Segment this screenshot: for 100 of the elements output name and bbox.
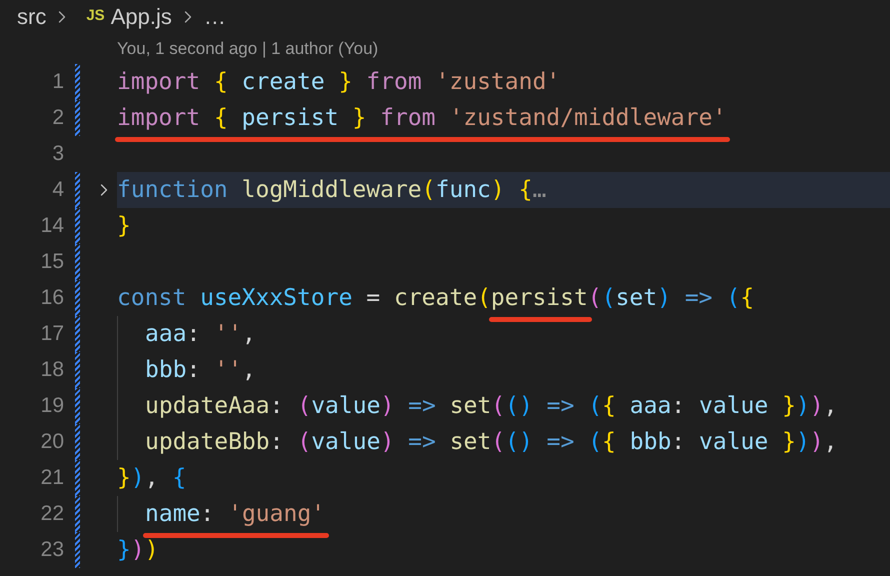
- line-number: 19: [40, 393, 64, 420]
- code-token: (): [505, 392, 533, 421]
- code-token: :: [270, 392, 284, 421]
- code-token: ): [130, 536, 145, 565]
- code-token: ,: [824, 428, 838, 457]
- code-token: =: [365, 284, 382, 313]
- code-token: }: [352, 104, 366, 131]
- line-number: 4: [51, 177, 64, 204]
- line-number: 16: [40, 285, 64, 312]
- code-token: {: [214, 104, 228, 131]
- line-number: 15: [40, 249, 64, 276]
- code-token: set: [450, 428, 492, 457]
- code-token: ): [380, 392, 394, 421]
- code-token: aaa: [628, 392, 672, 421]
- code-token: :: [186, 356, 202, 385]
- code-token: {: [518, 176, 532, 205]
- code-token: ,: [824, 392, 838, 421]
- code-token: persist: [490, 284, 588, 311]
- line-number: 17: [40, 321, 64, 348]
- code-token: updateAaa: [145, 392, 270, 421]
- code-token: import: [117, 68, 202, 97]
- codelens-text[interactable]: You, 1 second ago | 1 author (You): [117, 36, 378, 62]
- line-number: 2: [51, 105, 64, 132]
- code-token: …: [532, 176, 546, 205]
- code-token: persist: [240, 104, 340, 131]
- code-token: }: [117, 536, 131, 565]
- code-token: =>: [407, 392, 437, 421]
- code-token: (): [505, 428, 533, 457]
- code-token: :: [671, 392, 686, 421]
- code-token: {: [602, 428, 616, 457]
- code-token: func: [436, 176, 491, 205]
- code-token: :: [671, 428, 686, 457]
- code-token: value: [699, 428, 770, 457]
- code-token: (: [588, 284, 602, 313]
- code-token: (: [726, 284, 740, 313]
- code-token: set: [616, 284, 658, 313]
- code-token: bbb: [145, 356, 187, 385]
- code-token: ): [130, 464, 145, 493]
- code-token: 'zustand': [436, 68, 560, 97]
- code-token: =>: [546, 392, 576, 421]
- code-token: {: [602, 392, 616, 421]
- code-token: create: [394, 284, 478, 313]
- code-token: (: [491, 428, 506, 457]
- code-token: }: [338, 68, 352, 97]
- code-token: ,: [242, 356, 256, 385]
- breadcrumb-folder[interactable]: src: [17, 0, 46, 33]
- code-token: }: [117, 212, 131, 241]
- code-token: ): [810, 392, 824, 421]
- code-token: value: [699, 392, 770, 421]
- code-token: (: [602, 284, 616, 313]
- code-token: (: [588, 428, 602, 457]
- code-token: bbb: [628, 428, 672, 457]
- code-token: ,: [242, 320, 256, 349]
- code-token: function: [117, 176, 229, 205]
- js-file-icon: JS: [86, 5, 105, 28]
- code-token: ): [810, 428, 824, 457]
- line-number: 14: [40, 213, 64, 240]
- code-token: }: [782, 428, 796, 457]
- code-token: ,: [144, 464, 160, 493]
- code-token: ): [796, 428, 810, 457]
- code-token: set: [450, 392, 492, 421]
- line-number: 1: [51, 69, 64, 96]
- line-number: 23: [40, 537, 64, 564]
- code-token: import: [117, 104, 202, 131]
- code-token: ): [380, 428, 394, 457]
- code-token: create: [240, 68, 326, 97]
- code-token: ): [796, 392, 810, 421]
- code-token: updateBbb: [145, 428, 270, 457]
- code-token: logMiddleware: [242, 176, 422, 205]
- code-token: '': [214, 356, 242, 385]
- code-token: {: [740, 284, 754, 313]
- code-token: (: [491, 392, 506, 421]
- code-token: value: [311, 392, 380, 421]
- code-token: ): [144, 536, 159, 565]
- line-number: 21: [40, 465, 64, 492]
- code-token: {: [214, 68, 228, 97]
- line-number: 18: [40, 357, 64, 384]
- line-number: 22: [40, 501, 64, 528]
- code-token: }: [782, 392, 796, 421]
- code-token: 'guang': [228, 500, 326, 527]
- code-token: useXxxStore: [200, 284, 352, 313]
- code-token: from: [365, 68, 423, 97]
- code-token: (: [297, 428, 312, 457]
- code-token: 'zustand/middleware': [449, 104, 726, 131]
- code-token: (: [477, 284, 491, 313]
- code-token: (: [422, 176, 436, 205]
- line-number: 20: [40, 429, 64, 456]
- code-token: (: [297, 392, 312, 421]
- code-token: ): [490, 176, 505, 205]
- code-token: {: [172, 464, 186, 493]
- code-token: =>: [546, 428, 576, 457]
- code-token: '': [214, 320, 242, 349]
- code-token: value: [311, 428, 380, 457]
- code-token: from: [379, 104, 437, 131]
- code-token: :: [186, 320, 202, 349]
- code-token: ): [657, 284, 671, 313]
- line-number: 3: [51, 141, 64, 168]
- breadcrumb-file[interactable]: App.js: [110, 0, 172, 33]
- breadcrumb-more[interactable]: …: [204, 0, 226, 33]
- code-token: :: [270, 428, 284, 457]
